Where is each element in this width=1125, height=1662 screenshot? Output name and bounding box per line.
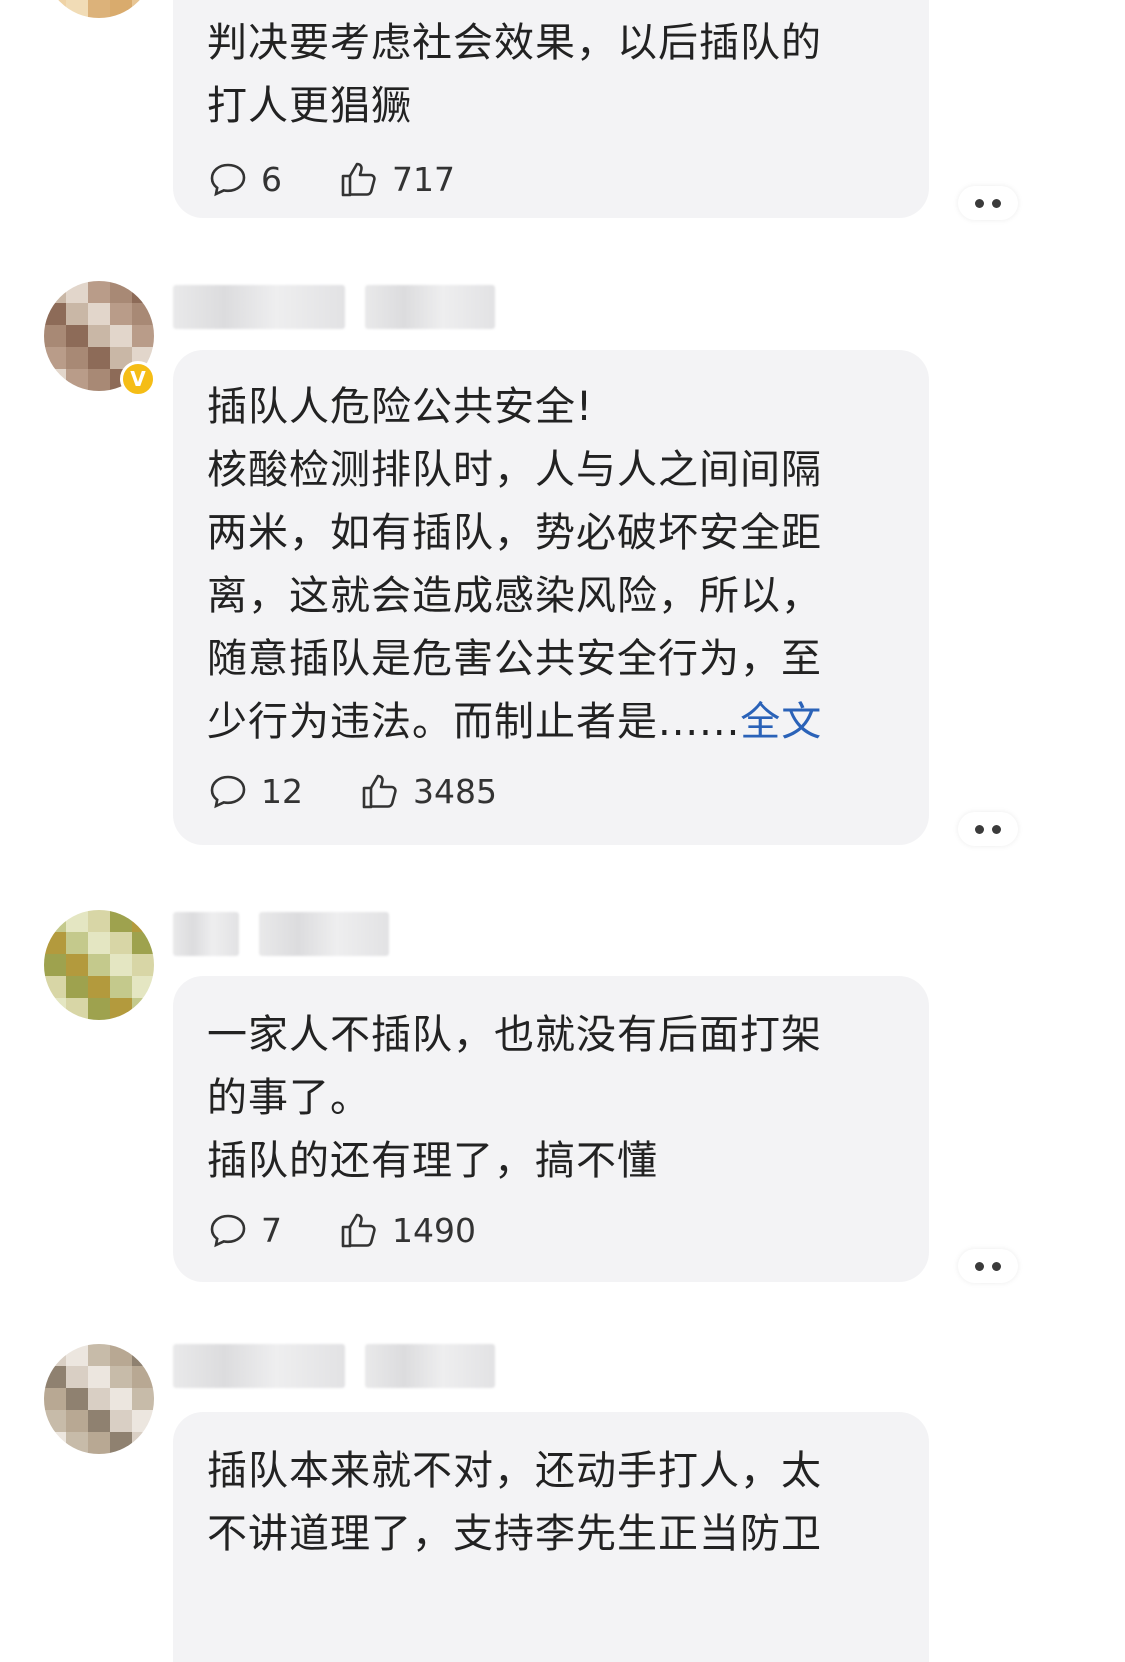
username[interactable] xyxy=(173,285,495,329)
comment-bubble[interactable]: 插队人危险公共安全! 核酸检测排队时，人与人之间间隔 两米，如有插队，势必破坏安全距… xyxy=(173,350,929,845)
more-dots-icon xyxy=(975,1261,984,1271)
more-options-button[interactable] xyxy=(958,186,1018,220)
verified-badge-icon: V xyxy=(120,361,156,397)
reply-button[interactable]: 7 xyxy=(207,1209,282,1251)
comment-line: 插队的还有理了，搞不懂 xyxy=(207,1138,658,1184)
comment-line: 插队本来就不对，还动手打人，太 xyxy=(207,1448,822,1494)
comment-last-line: 少行为违法。而制止者是......全文 xyxy=(207,699,823,745)
comment-text: 插队本来就不对，还动手打人，太 不讲道理了，支持李先生正当防卫 xyxy=(207,1440,895,1566)
like-count: 1490 xyxy=(392,1210,476,1250)
commenter-avatar[interactable] xyxy=(44,0,154,18)
comment-bubble[interactable]: 判决要考虑社会效果，以后插队的 打人更猖獗 6 717 xyxy=(173,0,929,218)
thumbs-up-icon xyxy=(341,162,376,197)
comment-bubble-icon xyxy=(210,163,246,197)
reply-button[interactable]: 6 xyxy=(207,158,282,200)
more-dots-icon xyxy=(975,824,984,834)
comment-actions: 12 3485 xyxy=(207,768,895,814)
comment-bubble-icon xyxy=(210,775,246,809)
comment-text: 插队人危险公共安全! 核酸检测排队时，人与人之间间隔 两米，如有插队，势必破坏安全距… xyxy=(207,376,895,754)
comment-actions: 7 1490 xyxy=(207,1207,895,1253)
comment-line: 不讲道理了，支持李先生正当防卫 xyxy=(207,1511,822,1557)
avatar-image xyxy=(44,0,154,18)
commenter-avatar[interactable] xyxy=(44,910,154,1020)
comment-line: 两米，如有插队，势必破坏安全距 xyxy=(207,510,822,556)
comment-line: 判决要考虑社会效果，以后插队的 xyxy=(207,20,822,66)
like-button[interactable]: 3485 xyxy=(359,770,497,812)
reply-count: 12 xyxy=(261,771,303,811)
avatar-image xyxy=(44,910,154,1020)
reply-button[interactable]: 12 xyxy=(207,770,303,812)
comment-bubble[interactable]: 一家人不插队，也就没有后面打架 的事了。插队的还有理了，搞不懂 7 1490 xyxy=(173,976,929,1282)
comment-line: 核酸检测排队时，人与人之间间隔 xyxy=(207,447,822,493)
like-button[interactable]: 1490 xyxy=(338,1209,476,1251)
username[interactable] xyxy=(173,1344,495,1388)
comment-line: 随意插队是危害公共安全行为，至 xyxy=(207,636,822,682)
like-count: 717 xyxy=(392,159,455,199)
comment-line: 离，这就会造成感染风险，所以， xyxy=(207,573,822,619)
thumbs-up-icon xyxy=(341,1213,376,1248)
comment-line: 的事了。 xyxy=(207,1075,371,1121)
username[interactable] xyxy=(173,912,389,956)
comment-text: 判决要考虑社会效果，以后插队的 打人更猖獗 xyxy=(207,12,895,138)
comment-bubble[interactable]: 插队本来就不对，还动手打人，太 不讲道理了，支持李先生正当防卫 xyxy=(173,1412,929,1662)
comment-text: 一家人不插队，也就没有后面打架 的事了。插队的还有理了，搞不懂 xyxy=(207,1004,895,1193)
more-dots-icon xyxy=(975,198,984,208)
reply-count: 7 xyxy=(261,1210,282,1250)
commenter-avatar[interactable]: V xyxy=(44,281,156,397)
like-button[interactable]: 717 xyxy=(338,158,455,200)
comment-line: 一家人不插队，也就没有后面打架 xyxy=(207,1012,822,1058)
like-count: 3485 xyxy=(413,771,497,811)
reply-count: 6 xyxy=(261,159,282,199)
comment-line: 插队人危险公共安全! xyxy=(207,384,594,430)
expand-full-text-link[interactable]: 全文 xyxy=(740,699,822,745)
more-options-button[interactable] xyxy=(958,1249,1018,1283)
comment-actions: 6 717 xyxy=(207,156,895,202)
comment-line: 打人更猖獗 xyxy=(207,83,412,129)
more-options-button[interactable] xyxy=(958,812,1018,846)
avatar-image xyxy=(44,1344,154,1454)
comment-bubble-icon xyxy=(210,1214,246,1248)
commenter-avatar[interactable] xyxy=(44,1344,154,1454)
thumbs-up-icon xyxy=(362,774,397,809)
